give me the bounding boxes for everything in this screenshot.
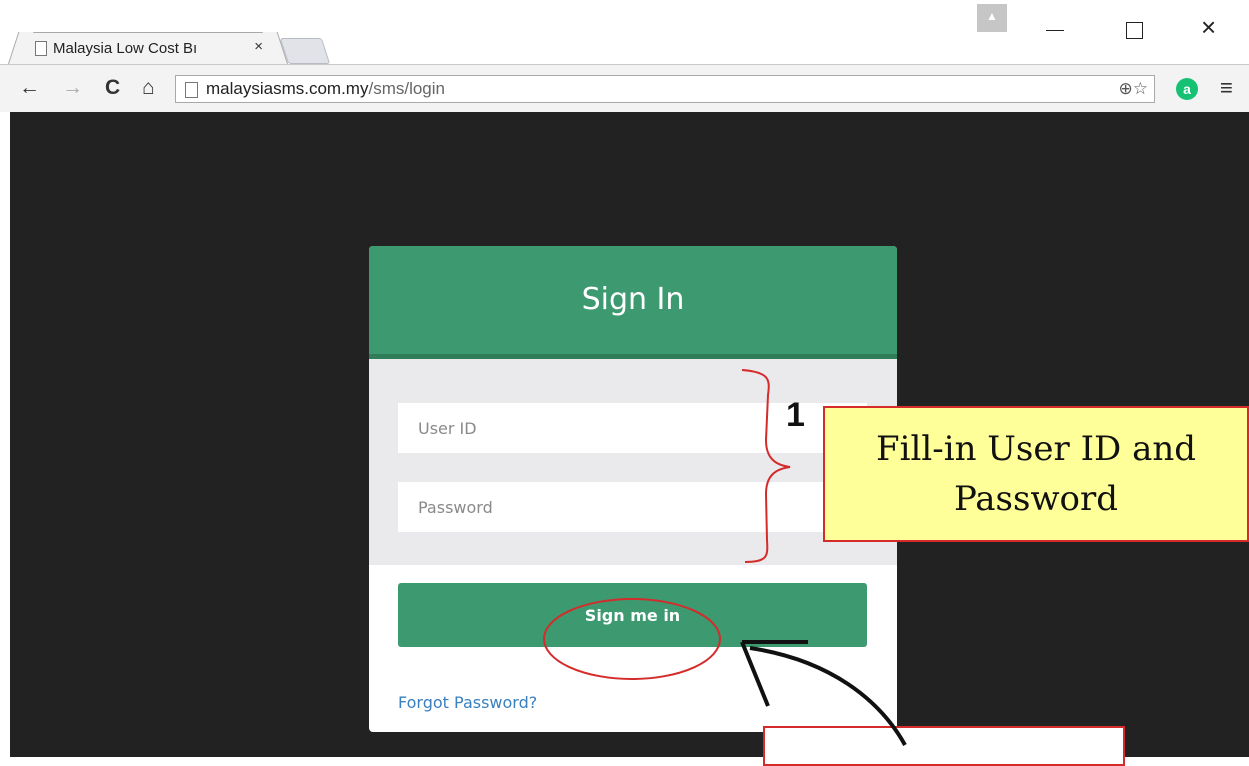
password-input[interactable] [398, 482, 867, 532]
address-bar[interactable]: malaysiasms.com.my/sms/login ⊕☆ [175, 75, 1155, 103]
home-icon[interactable]: ⌂ [142, 76, 155, 100]
title-bar: Malaysia Low Cost Bı × ▲ × [0, 0, 1249, 64]
url-path: /sms/login [368, 79, 445, 98]
callout-line-1: Fill-in User ID and [876, 429, 1196, 469]
user-icon: ▲ [986, 9, 998, 23]
login-fields-area [369, 359, 897, 565]
step-number: 1 [786, 396, 805, 434]
forgot-password-link[interactable]: Forgot Password? [398, 693, 537, 712]
tab-close-icon[interactable]: × [254, 38, 263, 55]
zoom-and-bookmark-icons[interactable]: ⊕☆ [1119, 79, 1148, 99]
menu-icon[interactable]: ≡ [1220, 75, 1233, 101]
browser-toolbar: ← → C ⌂ malaysiasms.com.my/sms/login ⊕☆ … [0, 64, 1249, 113]
back-icon[interactable]: ← [19, 76, 40, 100]
close-window-button[interactable]: × [1201, 12, 1216, 43]
extension-icon[interactable]: a [1176, 78, 1198, 100]
maximize-button[interactable] [1126, 22, 1143, 39]
url-host: malaysiasms.com.my [206, 79, 369, 98]
login-card: Sign In Sign me in Forgot Password? [369, 246, 897, 732]
annotation-box [763, 726, 1125, 766]
sign-in-button[interactable]: Sign me in [398, 583, 867, 647]
left-strip [0, 112, 10, 757]
forward-icon[interactable]: → [62, 76, 83, 100]
profile-button[interactable]: ▲ [977, 4, 1007, 32]
new-tab-button[interactable] [279, 38, 331, 64]
instruction-callout: Fill-in User ID and Password [823, 406, 1249, 542]
browser-tab[interactable]: Malaysia Low Cost Bı × [22, 32, 274, 64]
tab-title: Malaysia Low Cost Bı [53, 40, 198, 57]
login-header: Sign In [369, 246, 897, 359]
page-icon [35, 41, 47, 56]
url-text: malaysiasms.com.my/sms/login [206, 79, 445, 99]
reload-icon[interactable]: C [105, 76, 120, 100]
login-title: Sign In [581, 282, 685, 317]
page-icon [185, 82, 198, 98]
minimize-button[interactable] [1046, 30, 1064, 31]
callout-line-2: Password [953, 479, 1119, 519]
